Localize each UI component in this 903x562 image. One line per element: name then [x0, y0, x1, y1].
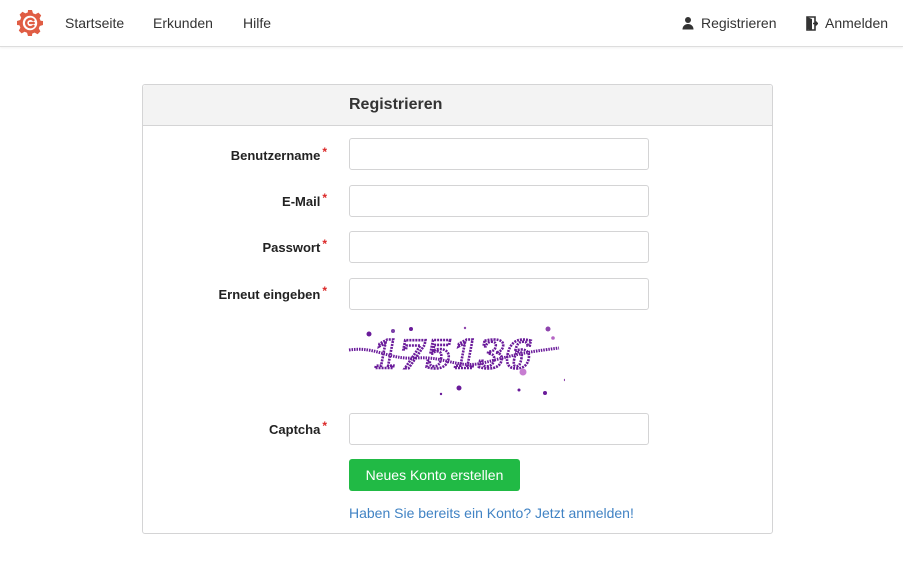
retype-password-label: Erneut eingeben * — [218, 284, 327, 302]
gitea-gear-logo-icon[interactable] — [16, 9, 44, 37]
login-instead-link[interactable]: Haben Sie bereits ein Konto? Jetzt anmel… — [349, 505, 634, 521]
nav-register-link[interactable]: Registrieren — [682, 15, 776, 31]
card-header: Registrieren — [143, 85, 772, 126]
nav-link-startseite[interactable]: Startseite — [65, 15, 124, 31]
required-mark: * — [322, 419, 327, 433]
required-mark: * — [322, 284, 327, 298]
captcha-label: Captcha * — [269, 419, 327, 437]
captcha-text: 175136 — [373, 332, 532, 377]
nav-login-label: Anmelden — [825, 15, 889, 31]
top-navbar: Startseite Erkunden Hilfe Registrieren A… — [0, 0, 903, 47]
required-mark: * — [322, 191, 327, 205]
form-title: Registrieren — [349, 96, 443, 113]
email-label: E-Mail * — [282, 191, 327, 209]
retype-password-input[interactable] — [349, 278, 649, 310]
nav-login-link[interactable]: Anmelden — [806, 15, 888, 31]
create-account-button[interactable]: Neues Konto erstellen — [349, 459, 520, 491]
username-input[interactable] — [349, 138, 649, 170]
register-form-card: Registrieren Benutzername * E-Mail * Passw… — [142, 84, 773, 534]
required-mark: * — [322, 145, 327, 159]
captcha-image[interactable]: 175136 — [347, 322, 565, 398]
nav-link-erkunden[interactable]: Erkunden — [153, 15, 213, 31]
person-icon — [682, 17, 694, 30]
captcha-input[interactable] — [349, 413, 649, 445]
nav-link-hilfe[interactable]: Hilfe — [243, 15, 271, 31]
nav-register-label: Registrieren — [701, 15, 777, 31]
sign-in-door-icon — [806, 15, 818, 31]
password-label: Passwort * — [262, 237, 327, 255]
password-input[interactable] — [349, 231, 649, 263]
required-mark: * — [322, 237, 327, 251]
email-input[interactable] — [349, 185, 649, 217]
username-label: Benutzername * — [230, 145, 327, 163]
